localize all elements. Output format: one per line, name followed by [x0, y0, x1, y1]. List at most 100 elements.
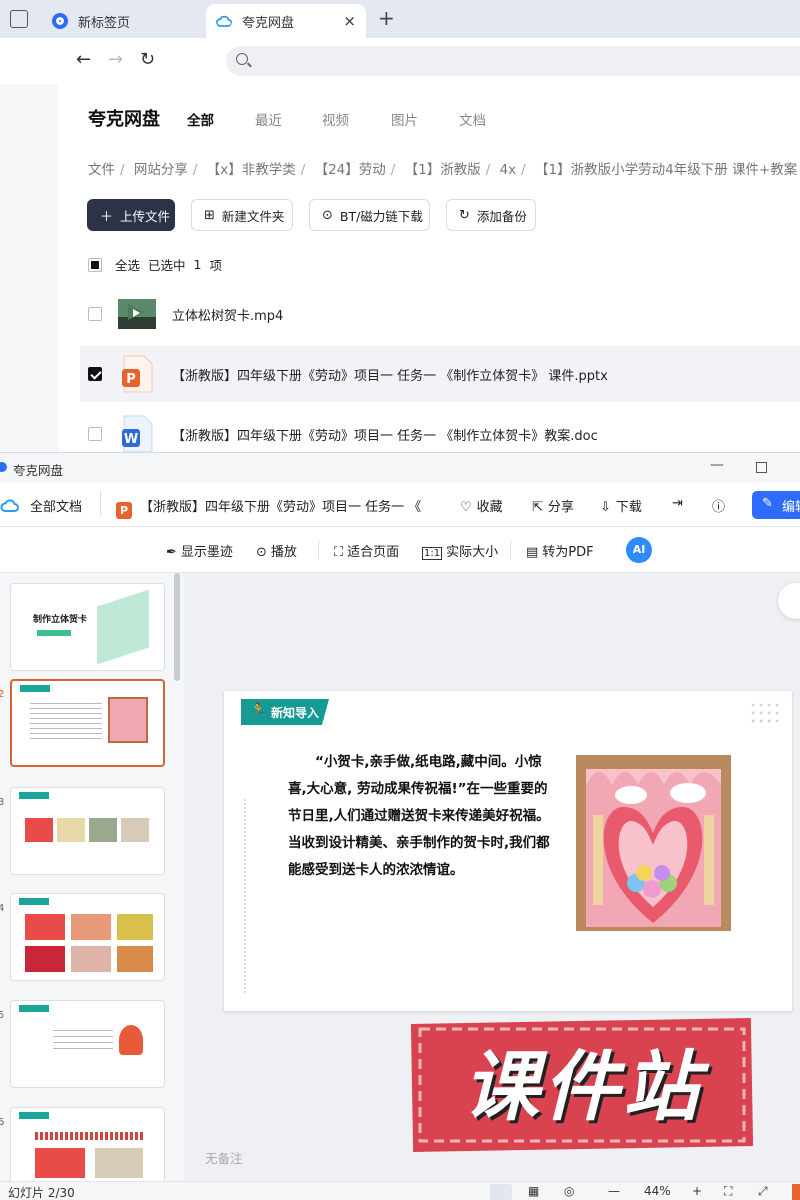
file-name[interactable]: 立体松树贺卡.mp4	[172, 305, 283, 324]
heart-icon: ♡	[460, 500, 472, 515]
edit-button[interactable]: ✎ 编辑	[752, 491, 800, 519]
minimize-icon[interactable]: —	[710, 457, 724, 473]
slide-thumbnail[interactable]	[10, 1107, 165, 1181]
document-title-text: 【浙教版】四年级下册《劳动》项目一 任务一 《	[140, 500, 422, 515]
file-row[interactable]: 立体松树贺卡.mp4	[80, 286, 800, 342]
tab-search-icon[interactable]	[10, 10, 28, 28]
thumbnail-image	[25, 818, 53, 842]
share-button[interactable]: ⇱ 分享	[532, 496, 574, 515]
breadcrumb-separator: /	[192, 162, 198, 178]
side-tool-icon[interactable]	[778, 583, 800, 619]
svg-text:W: W	[124, 432, 138, 447]
file-name[interactable]: 【浙教版】四年级下册《劳动》项目一 任务一 《制作立体贺卡》 课件.pptx	[172, 365, 608, 384]
open-external-icon[interactable]: ⇥	[672, 496, 683, 511]
zoom-out-button[interactable]: —	[608, 1184, 620, 1198]
ai-assistant-button[interactable]: AI	[626, 537, 652, 563]
breadcrumb-item[interactable]: 【x】非教学类	[207, 162, 296, 178]
file-checkbox[interactable]	[88, 307, 102, 321]
forward-icon[interactable]: →	[108, 49, 123, 70]
bt-download-button[interactable]: ⊙ BT/磁力链下载	[309, 199, 430, 231]
slide-thumbnail[interactable]	[10, 787, 165, 875]
thumbnail-image	[89, 818, 117, 842]
thumbnail-scrollbar[interactable]	[174, 573, 180, 681]
normal-view-icon[interactable]	[490, 1184, 512, 1200]
favorite-button[interactable]: ♡ 收藏	[460, 496, 503, 515]
url-input[interactable]	[226, 46, 800, 76]
thumbnail-illustration	[97, 589, 149, 665]
file-checkbox-checked[interactable]	[88, 367, 102, 381]
new-folder-button[interactable]: ⊞ 新建文件夹	[191, 199, 293, 231]
viewer-status-bar: 幻灯片 2/30 ▦ ◎ — 44% + ⛶ ⤢	[0, 1181, 800, 1200]
slide-thumbnail[interactable]: 制作立体贺卡	[10, 583, 165, 671]
maximize-icon[interactable]	[756, 462, 767, 473]
play-button[interactable]: ⊙ 播放	[256, 541, 297, 560]
breadcrumb-item[interactable]: 网站分享	[134, 162, 188, 178]
tab-title: 新标签页	[78, 15, 131, 31]
bt-download-label: BT/磁力链下载	[339, 208, 423, 224]
share-label: 分享	[547, 500, 574, 515]
tab-docs[interactable]: 文档	[459, 109, 486, 129]
tab-new-tab[interactable]: 新标签页	[42, 4, 202, 38]
file-name[interactable]: 【浙教版】四年级下册《劳动》项目一 任务一 《制作立体贺卡》教案.doc	[172, 425, 598, 444]
thumbnail-image	[25, 914, 65, 940]
fit-screen-icon[interactable]: ⛶	[724, 1184, 732, 1199]
fit-page-button[interactable]: ⛶ 适合页面	[334, 541, 399, 560]
document-title: P 【浙教版】四年级下册《劳动》项目一 任务一 《	[116, 496, 421, 519]
close-tab-icon[interactable]: ×	[343, 12, 356, 30]
new-tab-icon[interactable]: +	[378, 6, 395, 30]
speaker-notes-placeholder[interactable]: 无备注	[205, 1148, 243, 1167]
slide-stage: 🏃 新知导入 “小贺卡,亲手做,纸电路,藏中间。小惊喜,大心意, 劳动成果传祝福…	[184, 573, 800, 1181]
tab-images[interactable]: 图片	[391, 109, 418, 129]
browser-tab-bar: 新标签页 夸克网盘 × +	[0, 0, 800, 38]
viewer-toolbar: 全部文档 P 【浙教版】四年级下册《劳动》项目一 任务一 《 ♡ 收藏 ⇱ 分享 ⇩ 下…	[0, 483, 800, 527]
actual-size-button[interactable]: 1:1 实际大小	[422, 541, 498, 560]
breadcrumb-item[interactable]: 【1】浙教版	[405, 162, 481, 178]
tab-video[interactable]: 视频	[322, 109, 349, 129]
breadcrumb-item[interactable]: 【24】劳动	[315, 162, 386, 178]
select-all-label[interactable]: 全选	[115, 255, 140, 274]
feedback-icon[interactable]: ⓘ	[712, 496, 725, 515]
video-thumbnail-icon	[118, 299, 156, 329]
file-row-selected[interactable]: P 【浙教版】四年级下册《劳动》项目一 任务一 《制作立体贺卡》 课件.pptx	[80, 346, 800, 402]
zoom-in-button[interactable]: +	[692, 1184, 702, 1198]
slide-counter: 幻灯片 2/30	[8, 1186, 75, 1200]
thumbnail-card-image	[108, 697, 148, 743]
slide-thumbnail[interactable]	[10, 1000, 165, 1088]
add-backup-button[interactable]: ↻ 添加备份	[446, 199, 536, 231]
tab-all[interactable]: 全部	[187, 109, 214, 129]
slide-number: 2	[0, 689, 5, 700]
all-documents-link[interactable]: 全部文档	[30, 496, 82, 515]
reload-icon[interactable]: ↻	[140, 49, 155, 70]
download-button[interactable]: ⇩ 下载	[600, 496, 642, 515]
breadcrumb-item[interactable]: 4x	[500, 162, 517, 178]
viewer-toolbar-secondary: ✒ 显示墨迹 ⊙ 播放 ⛶ 适合页面 1:1 实际大小 ▤ 转为PDF AI	[0, 527, 800, 573]
share-icon: ⇱	[532, 500, 543, 515]
new-folder-label: 新建文件夹	[221, 208, 285, 224]
current-slide: 🏃 新知导入 “小贺卡,亲手做,纸电路,藏中间。小惊喜,大心意, 劳动成果传祝福…	[224, 691, 792, 1011]
back-icon[interactable]: ←	[76, 49, 91, 70]
breadcrumb-item[interactable]: 文件	[88, 162, 115, 178]
upload-button[interactable]: ＋ 上传文件	[87, 199, 175, 231]
tab-quark-drive[interactable]: 夸克网盘 ×	[206, 4, 366, 38]
tab-title: 夸克网盘	[242, 15, 295, 31]
tab-recent[interactable]: 最近	[255, 109, 282, 129]
cloud-icon	[0, 499, 19, 512]
slide-thumbnail[interactable]	[10, 893, 165, 981]
download-label: 下载	[615, 500, 642, 515]
play-icon: ⊙	[256, 545, 267, 560]
select-all-checkbox[interactable]	[88, 257, 102, 272]
thumbnail-header	[19, 1112, 49, 1119]
download-icon: ⇩	[600, 500, 611, 515]
globe-icon[interactable]: ◎	[564, 1184, 574, 1198]
file-checkbox[interactable]	[88, 427, 102, 441]
show-ink-button[interactable]: ✒ 显示墨迹	[166, 541, 233, 560]
slide-thumbnail-selected[interactable]	[10, 679, 165, 767]
breadcrumb-item-current[interactable]: 【1】浙教版小学劳动4年级下册 课件+教案	[535, 162, 797, 178]
greeting-card-photo	[576, 755, 731, 931]
convert-pdf-button[interactable]: ▤ 转为PDF	[526, 541, 594, 560]
thumbnail-text	[30, 699, 102, 743]
running-figure-icon: 🏃	[250, 703, 267, 718]
grid-view-icon[interactable]: ▦	[528, 1184, 539, 1198]
quark-logo-icon	[0, 462, 7, 472]
fullscreen-icon[interactable]: ⤢	[758, 1184, 768, 1199]
